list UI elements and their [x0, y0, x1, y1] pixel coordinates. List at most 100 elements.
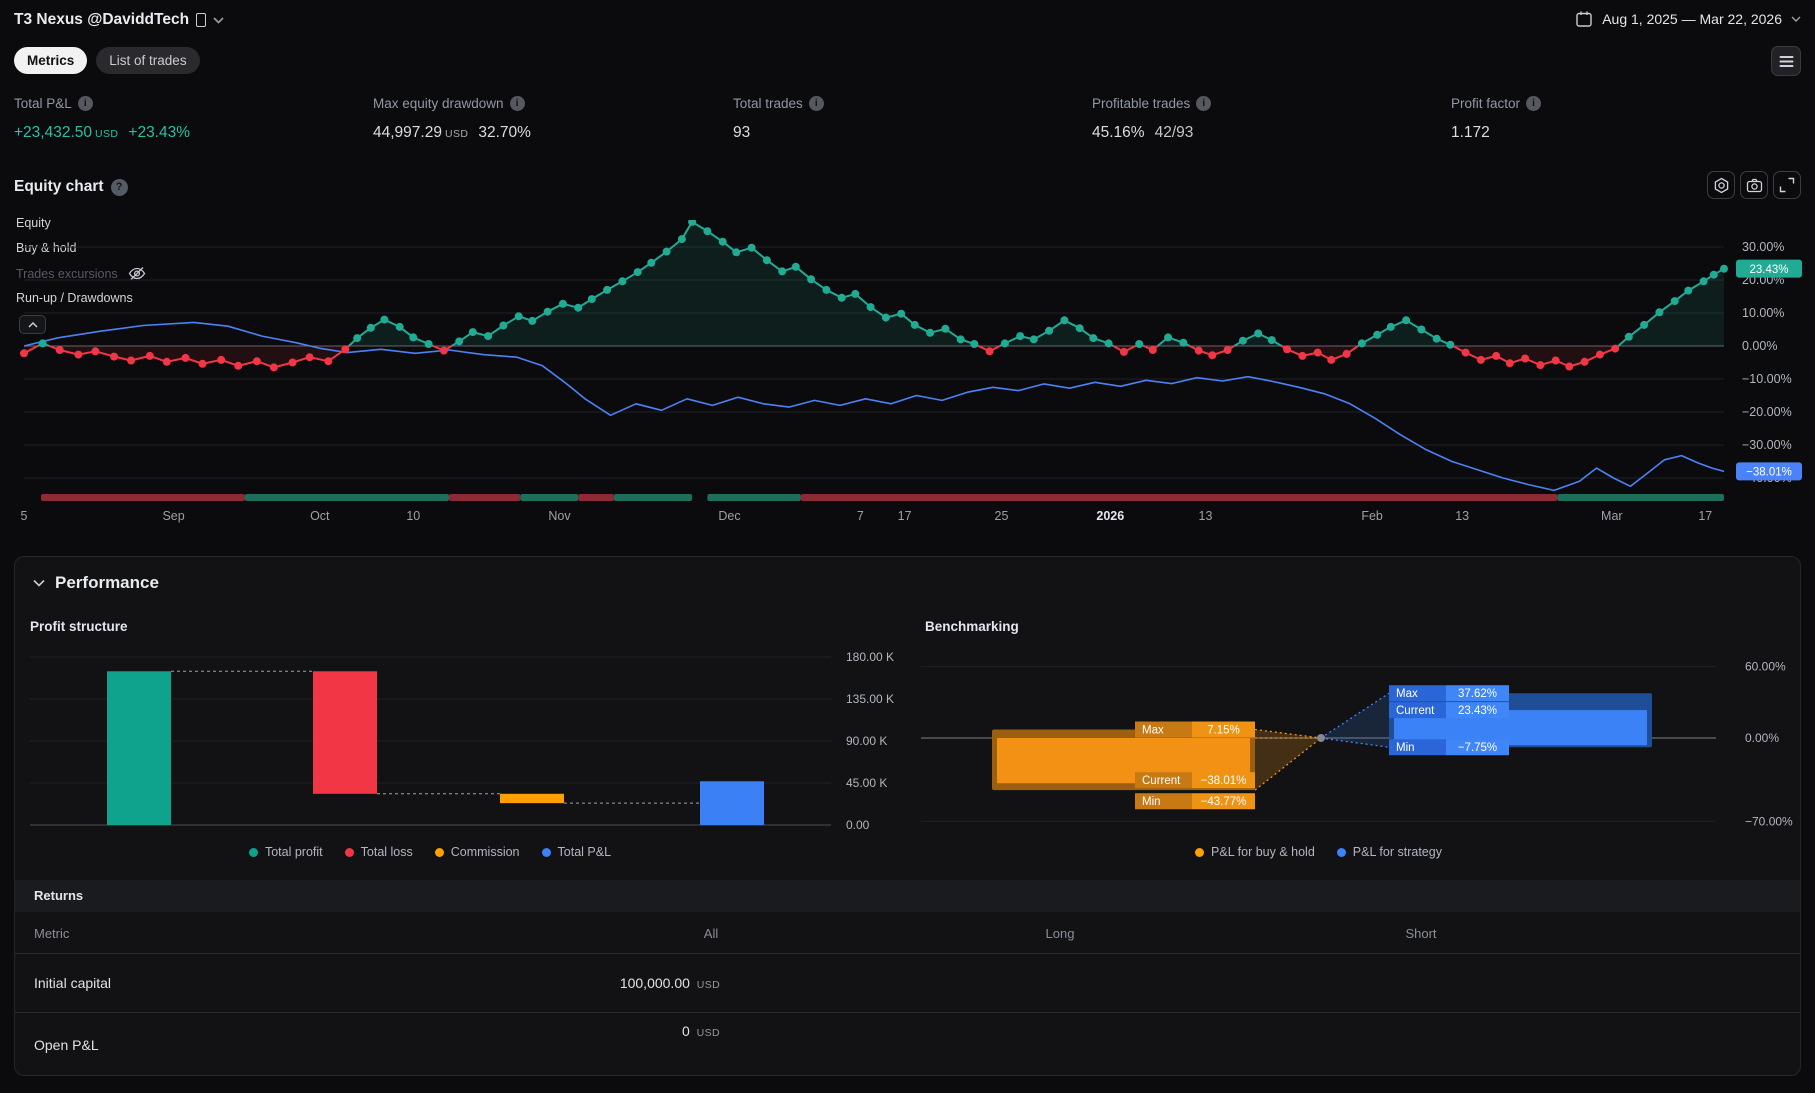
metric-label: Profitable trades: [1092, 96, 1191, 111]
legend-label: P&L for strategy: [1352, 845, 1442, 859]
metric-label: Profit factor: [1451, 96, 1521, 111]
chevron-down-icon: [33, 579, 45, 587]
info-icon[interactable]: i: [1196, 96, 1212, 111]
svg-text:13: 13: [1455, 509, 1469, 523]
svg-text:Feb: Feb: [1361, 509, 1383, 523]
svg-text:17: 17: [898, 509, 912, 523]
svg-text:5: 5: [21, 509, 28, 523]
svg-text:Max: Max: [1142, 724, 1164, 736]
svg-text:−38.01%: −38.01%: [1201, 775, 1247, 787]
legend-dot-icon: [434, 847, 444, 857]
legend-dot-icon: [344, 847, 354, 857]
svg-text:30.00%: 30.00%: [1742, 240, 1784, 254]
svg-text:0.00%: 0.00%: [1745, 731, 1779, 745]
svg-text:−70.00%: −70.00%: [1745, 814, 1793, 828]
lock-placeholder-icon: [196, 13, 207, 27]
svg-text:25: 25: [995, 509, 1009, 523]
svg-text:10: 10: [406, 509, 420, 523]
legend-item: P&L for buy & hold: [1195, 845, 1315, 859]
date-range-selector[interactable]: Aug 1, 2025 — Mar 22, 2026: [1575, 10, 1801, 28]
svg-text:60.00%: 60.00%: [1745, 660, 1786, 674]
metric-label: Total P&L: [14, 96, 72, 111]
question-icon[interactable]: ?: [110, 178, 128, 196]
svg-text:Sep: Sep: [162, 509, 184, 523]
tab-metrics[interactable]: Metrics: [14, 47, 88, 74]
metric-value: 93: [733, 124, 751, 141]
benchmarking-title: Benchmarking: [925, 619, 1019, 634]
svg-text:Min: Min: [1142, 796, 1161, 808]
equity-chart-heading: Equity chart ?: [14, 178, 128, 196]
metric-value: 45.16%: [1092, 124, 1145, 141]
legend-item: Commission: [434, 845, 520, 859]
returns-title: Returns: [34, 888, 84, 903]
chart-settings-button[interactable]: [1707, 171, 1735, 199]
svg-text:7.15%: 7.15%: [1207, 724, 1240, 736]
benchmarking-legend: P&L for buy & hold P&L for strategy: [921, 845, 1716, 859]
svg-text:13: 13: [1199, 509, 1213, 523]
legend-label: P&L for buy & hold: [1211, 845, 1315, 859]
view-tabs: Metrics List of trades: [14, 47, 200, 74]
performance-card: Performance Profit structure Benchmarkin…: [14, 556, 1801, 1076]
table-row-open-pnl: 0 USD Open P&L: [34, 1023, 721, 1053]
profit-structure-legend: Total profit Total loss Commission Total P&…: [30, 845, 830, 859]
returns-section-header: Returns: [15, 880, 1800, 912]
profit-structure-title: Profit structure: [30, 619, 128, 634]
metric-total-pnl: Total P&L i +23,432.50 USD +23.43%: [14, 96, 191, 141]
camera-icon: [1746, 178, 1763, 193]
fullscreen-icon: [1779, 177, 1795, 193]
svg-text:−38.01%: −38.01%: [1746, 467, 1792, 479]
svg-text:180.00 K: 180.00 K: [846, 650, 894, 664]
svg-text:Current: Current: [1396, 705, 1435, 717]
metric-profit-factor: Profit factor i 1.172: [1451, 96, 1542, 142]
menu-icon: [1779, 55, 1794, 68]
layout-menu-button[interactable]: [1771, 46, 1801, 76]
equity-chart-title: Equity chart: [14, 178, 104, 195]
legend-dot-icon: [541, 847, 551, 857]
svg-text:Max: Max: [1396, 688, 1418, 700]
metric-value: +23,432.50: [14, 124, 93, 141]
legend-label: Total loss: [360, 845, 413, 859]
svg-text:Dec: Dec: [718, 509, 740, 523]
svg-text:17: 17: [1698, 509, 1712, 523]
date-range-text: Aug 1, 2025 — Mar 22, 2026: [1602, 11, 1782, 27]
col-long: Long: [1045, 926, 1075, 941]
metric-total-trades: Total trades i 93: [733, 96, 824, 142]
col-metric: Metric: [34, 926, 70, 941]
svg-text:−30.00%: −30.00%: [1742, 438, 1792, 452]
svg-text:−7.75%: −7.75%: [1458, 742, 1497, 754]
info-icon[interactable]: i: [509, 96, 525, 111]
legend-item: Total P&L: [541, 845, 612, 859]
settings-icon: [1713, 177, 1730, 194]
info-icon[interactable]: i: [1526, 96, 1542, 111]
metric-max-drawdown: Max equity drawdown i 44,997.29 USD 32.70%: [373, 96, 531, 141]
svg-text:Oct: Oct: [310, 509, 330, 523]
legend-label: Total P&L: [557, 845, 612, 859]
svg-text:Min: Min: [1396, 742, 1415, 754]
strategy-title[interactable]: T3 Nexus @DaviddTech: [14, 11, 224, 29]
calendar-icon: [1575, 10, 1593, 28]
svg-text:37.62%: 37.62%: [1458, 688, 1497, 700]
chart-fullscreen-button[interactable]: [1773, 171, 1801, 199]
col-short: Short: [1405, 926, 1437, 941]
svg-text:23.43%: 23.43%: [1458, 705, 1497, 717]
legend-dot-icon: [248, 847, 258, 857]
svg-text:135.00 K: 135.00 K: [846, 692, 894, 706]
svg-text:Current: Current: [1142, 775, 1181, 787]
info-icon[interactable]: i: [808, 96, 824, 111]
chart-snapshot-button[interactable]: [1740, 171, 1768, 199]
legend-dot-icon: [1336, 847, 1346, 857]
performance-header[interactable]: Performance: [33, 573, 159, 593]
metric-profitable-trades: Profitable trades i 45.16% 42/93: [1092, 96, 1212, 142]
tab-list-of-trades[interactable]: List of trades: [96, 47, 200, 74]
metric-value: 44,997.29: [373, 124, 442, 141]
metric-label: Max equity drawdown: [373, 96, 504, 111]
legend-label: Commission: [450, 845, 520, 859]
legend-label: Total profit: [264, 845, 323, 859]
svg-text:−20.00%: −20.00%: [1742, 405, 1792, 419]
info-icon[interactable]: i: [77, 96, 93, 111]
svg-text:2026: 2026: [1096, 509, 1124, 523]
metric-value: 1.172: [1451, 124, 1490, 141]
benchmarking-chart: 60.00% 0.00% −70.00% Max 7.15% Current −38.01%…: [921, 649, 1815, 861]
legend-dot-icon: [1195, 847, 1205, 857]
col-all: All: [703, 926, 719, 941]
